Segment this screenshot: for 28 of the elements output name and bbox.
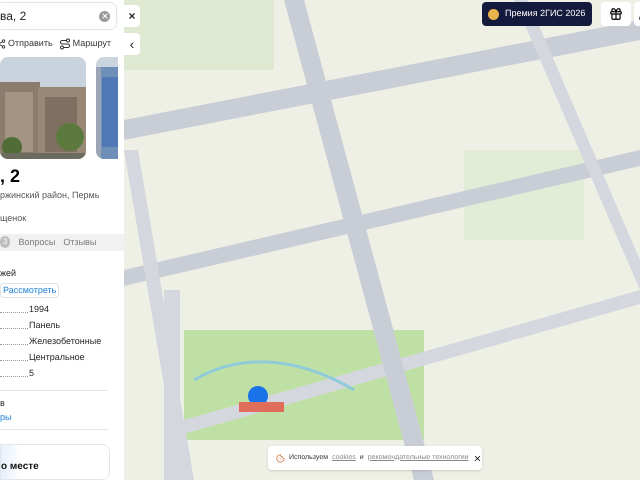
- tab[interactable]: Вопросы: [18, 236, 56, 250]
- premium-button[interactable]: Премия 2ГИС 2026: [482, 2, 592, 26]
- clear-icon[interactable]: [99, 10, 110, 22]
- route-icon: [58, 38, 71, 50]
- rating-text: щенок: [0, 212, 28, 226]
- floors-label: жей: [0, 266, 18, 280]
- close-icon: [472, 454, 482, 462]
- place-title: , 2: [0, 164, 22, 187]
- place-card[interactable]: о месте: [0, 444, 110, 480]
- address-text: ржинский район, Пермь: [0, 188, 100, 202]
- pin-icon: [488, 8, 499, 20]
- collapse-button[interactable]: ‹: [124, 33, 140, 55]
- more-link[interactable]: ры: [0, 410, 124, 424]
- route-button[interactable]: Маршрут: [58, 37, 111, 51]
- cookie-icon: [276, 454, 285, 462]
- spec-value: 5: [29, 368, 34, 378]
- close-button[interactable]: ×: [124, 5, 140, 27]
- spec-value: Панель: [29, 320, 60, 330]
- tab[interactable]: Отзывы: [63, 236, 96, 250]
- gift-icon: [609, 7, 623, 21]
- consider-button[interactable]: Рассмотреть: [0, 283, 60, 298]
- share-button[interactable]: Отправить: [0, 37, 53, 51]
- spec-value: Центральное: [29, 352, 85, 362]
- spec-value: Железобетонные: [29, 336, 102, 346]
- spec-value: 1994: [29, 304, 50, 314]
- search-field[interactable]: ва, 2: [0, 3, 116, 29]
- info-text: в: [0, 397, 6, 410]
- gift-button[interactable]: [601, 2, 631, 26]
